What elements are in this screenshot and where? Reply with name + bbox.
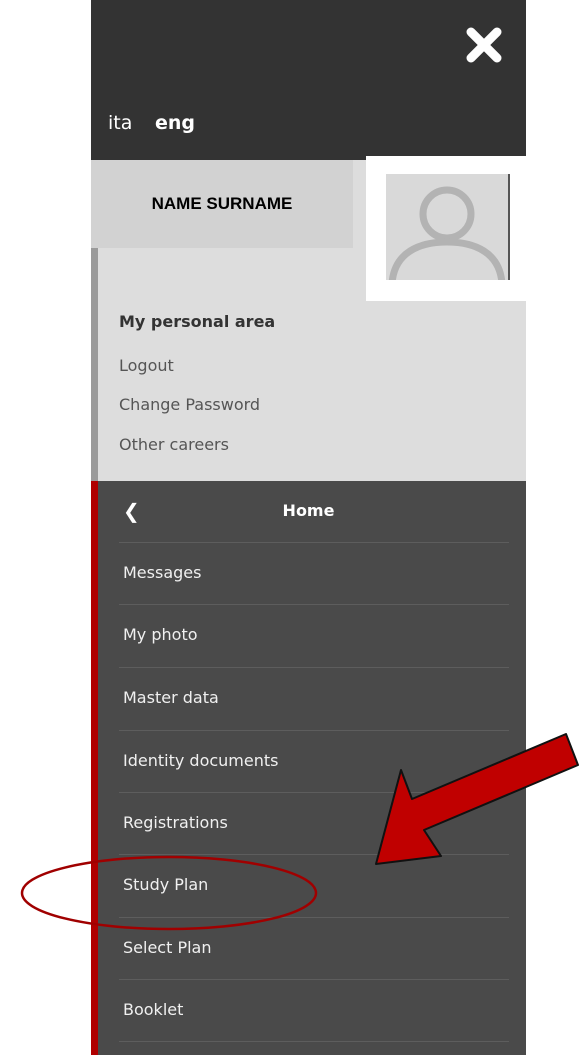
menu-item-registrations[interactable]: Registrations xyxy=(91,793,526,855)
menu-item-label: My photo xyxy=(123,625,198,644)
personal-area-title: My personal area xyxy=(119,312,276,331)
menu-item-identity-documents[interactable]: Identity documents xyxy=(91,731,526,793)
menu-item-label: Study Plan xyxy=(123,875,209,894)
user-name: NAME SURNAME xyxy=(151,194,293,213)
menu-item-master-data[interactable]: Master data xyxy=(91,668,526,730)
close-icon xyxy=(466,27,502,63)
menu-item-select-plan[interactable]: Select Plan xyxy=(91,918,526,980)
menu-item-label: Identity documents xyxy=(123,751,279,770)
menu-header: ❮ Home xyxy=(91,481,526,543)
menu-home-title[interactable]: Home xyxy=(91,501,526,520)
change-password-link[interactable]: Change Password xyxy=(119,395,260,414)
menu-item-study-plan[interactable]: Study Plan xyxy=(91,855,526,917)
menu-item-booklet[interactable]: Booklet xyxy=(91,980,526,1042)
main-menu: ❮ Home Messages My photo Master data Ide… xyxy=(91,481,526,1055)
menu-item-label: Master data xyxy=(123,688,219,707)
menu-item-label: Registrations xyxy=(123,813,228,832)
menu-item-my-photo[interactable]: My photo xyxy=(91,605,526,667)
close-button[interactable] xyxy=(461,22,507,68)
user-name-box: NAME SURNAME xyxy=(91,160,353,248)
profile-section: NAME SURNAME My personal area Logout Cha… xyxy=(91,156,526,481)
menu-item-messages[interactable]: Messages xyxy=(91,543,526,605)
language-ita[interactable]: ita xyxy=(108,112,132,134)
menu-divider xyxy=(119,1041,509,1042)
avatar-frame xyxy=(366,156,526,301)
menu-item-label: Booklet xyxy=(123,1000,184,1019)
top-bar: ita eng xyxy=(91,0,526,160)
other-careers-link[interactable]: Other careers xyxy=(119,435,229,454)
menu-item-label: Select Plan xyxy=(123,938,212,957)
avatar xyxy=(386,174,510,280)
language-eng[interactable]: eng xyxy=(155,112,195,134)
logout-link[interactable]: Logout xyxy=(119,356,174,375)
side-menu-panel: ita eng NAME SURNAME My personal area Lo… xyxy=(91,0,526,1055)
user-placeholder-icon xyxy=(389,186,505,280)
menu-item-label: Messages xyxy=(123,563,202,582)
